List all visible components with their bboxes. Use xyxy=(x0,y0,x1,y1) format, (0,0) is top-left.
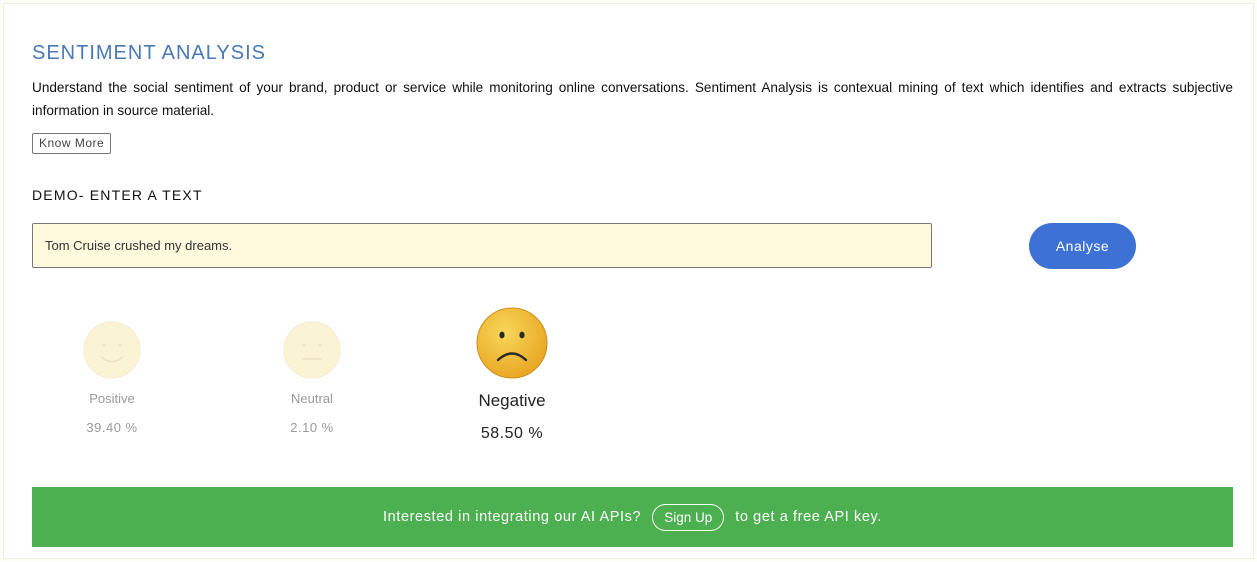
sentiment-negative: Negative 58.50 % xyxy=(457,307,567,443)
analyse-button[interactable]: Analyse xyxy=(1029,223,1136,269)
banner-text-after: to get a free API key. xyxy=(735,509,882,525)
demo-label: DEMO- ENTER A TEXT xyxy=(32,187,203,203)
banner-text-before: Interested in integrating our AI APIs? xyxy=(383,509,642,525)
sentiment-label: Positive xyxy=(89,391,135,406)
know-more-button[interactable]: Know More xyxy=(32,133,112,154)
text-input[interactable] xyxy=(32,223,932,268)
sentiment-percent: 39.40 % xyxy=(86,420,138,435)
description: Understand the social sentiment of your … xyxy=(32,80,1233,118)
api-banner: Interested in integrating our AI APIs? S… xyxy=(32,487,1233,547)
sentiment-label: Negative xyxy=(478,391,546,410)
sad-face-icon xyxy=(476,307,548,379)
sentiment-percent: 58.50 % xyxy=(480,425,544,442)
sentiment-card: SENTIMENT ANALYSIS Understand the social… xyxy=(3,3,1254,559)
sign-up-button[interactable]: Sign Up xyxy=(652,503,725,531)
smile-face-icon xyxy=(83,321,141,379)
sentiment-neutral: Neutral 2.10 % xyxy=(262,321,362,435)
page-title: SENTIMENT ANALYSIS xyxy=(32,42,266,64)
sentiment-percent: 2.10 % xyxy=(290,420,334,435)
neutral-face-icon xyxy=(283,321,341,379)
sentiment-label: Neutral xyxy=(291,391,333,406)
sentiment-positive: Positive 39.40 % xyxy=(62,321,162,435)
